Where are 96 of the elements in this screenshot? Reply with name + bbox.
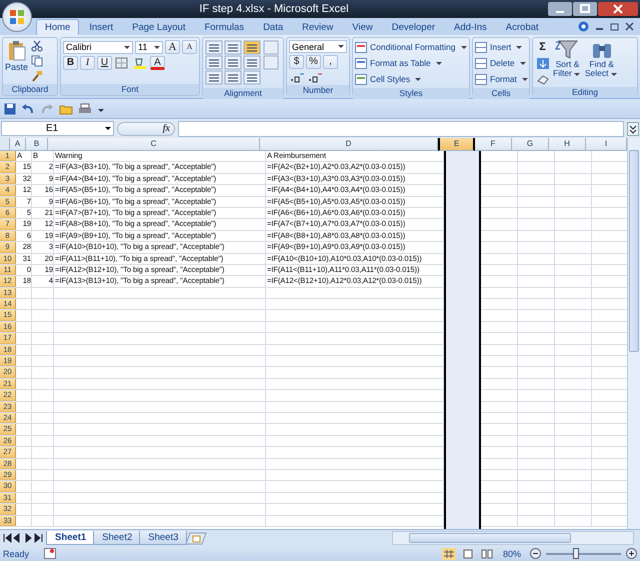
column-header[interactable]: C [48,138,260,151]
percent-button[interactable]: % [306,55,321,69]
zoom-in-icon[interactable] [626,548,637,559]
clipboard-icon [6,40,26,62]
normal-view-icon[interactable] [442,548,456,560]
sheet-tab[interactable]: Sheet3 [139,531,188,545]
number-format-field[interactable]: General [289,40,347,53]
help-icon[interactable] [578,21,589,32]
autosum-button[interactable]: Σ [535,40,550,54]
table-style-icon [355,74,367,84]
sort-filter-button[interactable]: Sort & Filter [553,40,582,78]
font-size-field[interactable]: 11 [135,40,163,54]
table-style-icon [355,42,367,52]
zoom-out-icon[interactable] [530,548,541,559]
cells-menu-button[interactable]: Delete [475,56,528,70]
horizontal-scrollbar[interactable] [392,531,634,545]
column-header[interactable]: E [438,138,475,151]
currency-button[interactable]: $ [289,55,304,69]
fill-down-icon[interactable] [536,57,550,70]
cells-menu-button[interactable]: Format [475,72,530,86]
name-box[interactable]: E1 [1,121,114,136]
save-icon[interactable] [4,102,16,114]
decrease-decimal-icon[interactable] [307,71,323,83]
sheet-tab[interactable]: Sheet1 [46,531,96,545]
underline-button[interactable]: U [97,56,112,70]
eraser-icon[interactable] [536,73,550,85]
ribbon-tab[interactable]: Formulas [195,19,254,35]
styles-menu-button[interactable]: Cell Styles [355,72,424,86]
copy-icon[interactable] [31,55,44,67]
alignment-icons-drawing[interactable] [205,40,279,86]
expand-icon[interactable] [627,122,639,136]
status-text: Ready [3,548,30,558]
folder-icon[interactable] [59,102,73,114]
increase-decimal-icon[interactable] [289,71,305,83]
sheet-tab[interactable]: Sheet2 [93,531,142,545]
cells-icon [475,74,487,84]
cells-icon [475,58,487,68]
scissors-icon[interactable] [31,40,44,52]
grow-font-button[interactable]: A [165,40,180,54]
column-header[interactable]: F [475,138,512,151]
ribbon-tab[interactable]: Page Layout [123,19,194,35]
ribbon-tab[interactable]: Review [293,19,342,35]
group-label: Font [61,84,199,95]
page-layout-view-icon[interactable] [460,548,475,560]
new-sheet-icon[interactable] [185,532,208,544]
fill-color-icon[interactable] [132,56,148,70]
column-header[interactable]: A [10,138,26,151]
find-select-button[interactable]: Find & Select [584,40,619,78]
column-header[interactable]: D [260,138,438,151]
funnel-icon [555,40,580,60]
ribbon-tab[interactable]: View [343,19,382,35]
styles-menu-button[interactable]: Conditional Formatting [355,40,469,54]
shrink-font-button[interactable]: A [182,40,197,54]
vertical-scrollbar[interactable] [627,138,640,529]
styles-menu-button[interactable]: Format as Table [355,56,444,70]
comma-button[interactable]: , [323,55,338,69]
ribbon-tab[interactable]: Acrobat [496,19,548,35]
paste-button[interactable]: Paste [5,40,28,72]
insert-function-button[interactable]: fx [162,123,170,134]
italic-button[interactable]: I [80,56,95,70]
column-header[interactable]: G [512,138,549,151]
group-label: Number [287,85,349,96]
zoom-level: 80% [502,548,521,558]
formula-input[interactable] [178,120,624,136]
group-label: Clipboard [3,84,57,95]
ribbon-tab[interactable]: Home [36,19,80,35]
table-style-icon [355,58,367,68]
zoom-slider[interactable] [573,548,579,558]
restore-icon[interactable] [610,22,619,31]
ribbon-tab[interactable]: Insert [80,19,122,35]
undo-icon[interactable] [21,102,35,114]
cells-icon [475,42,487,52]
column-header[interactable]: H [549,138,586,151]
column-header[interactable]: B [26,138,48,151]
group-label: Styles [353,88,469,99]
page-break-view-icon[interactable] [480,548,494,560]
window-title: IF step 4.xlsx - Microsoft Excel [198,3,350,15]
close-icon[interactable] [598,2,638,16]
office-logo-icon [8,8,26,26]
group-label: Cells [473,88,529,99]
ribbon-tab[interactable]: Data [254,19,292,35]
bold-button[interactable]: B [63,56,78,70]
close-icon[interactable] [625,22,634,31]
group-label: Editing [533,87,637,98]
group-label: Alignment [203,88,283,99]
cells-menu-button[interactable]: Insert [475,40,524,54]
borders-icon[interactable] [114,56,130,70]
format-painter-icon[interactable] [31,70,44,82]
font-color-button[interactable]: A [150,56,165,70]
macro-record-icon[interactable] [44,548,56,559]
font-name-field[interactable]: Calibri [63,40,133,54]
printer-icon[interactable] [78,102,92,114]
office-button[interactable] [2,2,32,32]
column-header[interactable]: I [586,138,627,151]
ribbon-tab[interactable]: Add-Ins [445,19,496,35]
ribbon-tab[interactable]: Developer [382,19,444,35]
